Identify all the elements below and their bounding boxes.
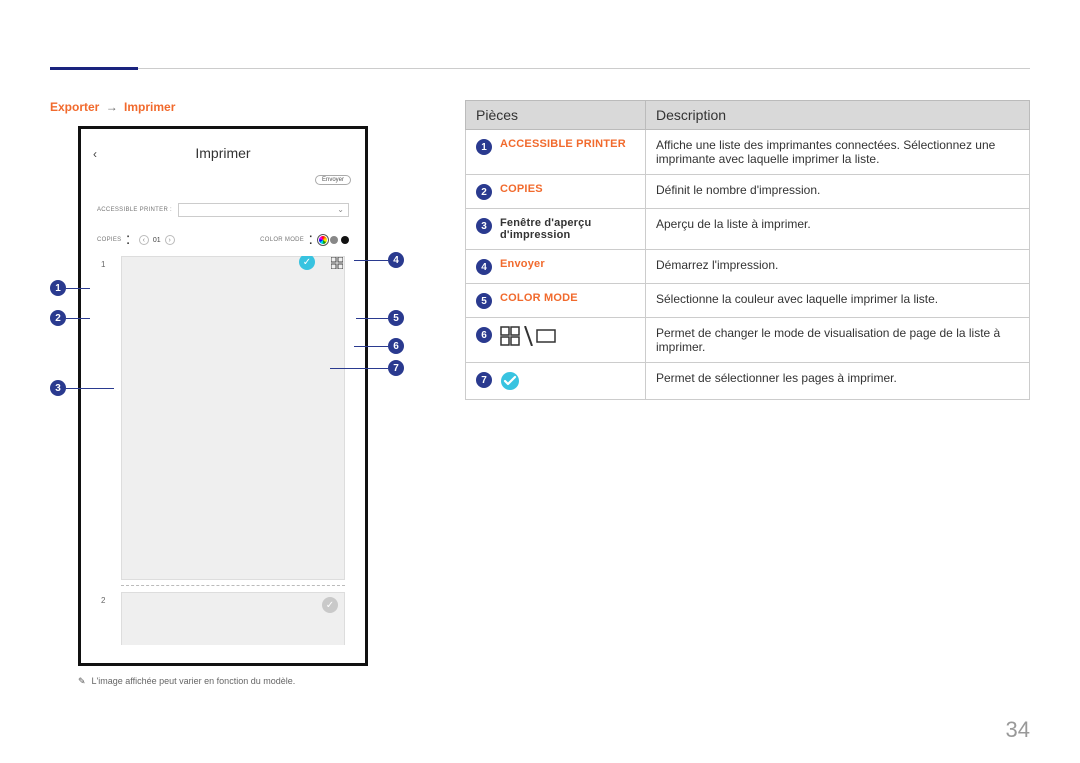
page-select-uncheck-icon[interactable]: ✓	[322, 597, 338, 613]
row-number: 1	[476, 139, 492, 155]
row-number: 4	[476, 259, 492, 275]
color-mode-gray[interactable]	[330, 236, 338, 244]
device-screen: ‹ Imprimer Envoyer ACCESSIBLE PRINTER : …	[91, 141, 355, 651]
preview-page-1-row: 1 ✓	[97, 256, 349, 586]
footnote: ✎ L'image affichée peut varier en fonctio…	[78, 676, 455, 687]
left-column: Exporter → Imprimer 1 2 3 4 5 6 7 ‹ Impr…	[50, 100, 455, 687]
table-row: 5 COLOR MODE Sélectionne la couleur avec …	[466, 284, 1030, 318]
leader-line	[66, 388, 114, 389]
row-number: 6	[476, 327, 492, 343]
leader-line	[354, 260, 388, 261]
copies-value: 01	[153, 237, 161, 244]
page-divider	[121, 585, 345, 586]
parts-table-body: 1 ACCESSIBLE PRINTER Affiche une liste de…	[466, 130, 1030, 400]
row-number: 7	[476, 372, 492, 388]
callout-bullet-4: 4	[388, 252, 404, 268]
part-name: ACCESSIBLE PRINTER	[500, 138, 626, 150]
send-button[interactable]: Envoyer	[315, 175, 351, 185]
col-header-description: Description	[646, 101, 1030, 130]
top-rule	[50, 68, 1030, 69]
page-content: Exporter → Imprimer 1 2 3 4 5 6 7 ‹ Impr…	[50, 100, 1030, 687]
breadcrumb-imprimer: Imprimer	[124, 100, 175, 114]
leader-line	[330, 368, 388, 369]
printer-select[interactable]: ⌄	[178, 203, 349, 217]
part-name: COLOR MODE	[500, 292, 578, 304]
part-description: Affiche une liste des imprimantes connec…	[646, 130, 1030, 175]
right-column: Pièces Description 1 ACCESSIBLE PRINTER A…	[465, 100, 1030, 687]
copies-increment[interactable]: ›	[165, 235, 175, 245]
screen-title: Imprimer	[91, 141, 355, 161]
page-number-1: 1	[101, 260, 105, 269]
view-toggle-icon[interactable]	[331, 257, 343, 269]
arrow-right-icon: →	[106, 100, 118, 114]
options-row: COPIES : ‹ 01 › COLOR MODE :	[97, 231, 349, 249]
page-number: 34	[1006, 717, 1030, 743]
table-row: 1 ACCESSIBLE PRINTER Affiche une liste de…	[466, 130, 1030, 175]
leader-line	[66, 318, 90, 319]
table-row: 4 Envoyer Démarrez l'impression.	[466, 250, 1030, 284]
table-row: 6 Permet de changer le mode de v	[466, 318, 1030, 363]
part-description: Sélectionne la couleur avec laquelle imp…	[646, 284, 1030, 318]
footnote-text: L'image affichée peut varier en fonction…	[92, 676, 296, 686]
leader-line	[66, 288, 90, 289]
table-row: 3 Fenêtre d'aperçu d'impression Aperçu de…	[466, 209, 1030, 250]
part-description: Permet de sélectionner les pages à impri…	[646, 363, 1030, 400]
table-row: 2 COPIES Définit le nombre d'impression.	[466, 175, 1030, 209]
row-number: 5	[476, 293, 492, 309]
callout-bullet-6: 6	[388, 338, 404, 354]
leader-line	[356, 318, 388, 319]
preview-page-1[interactable]	[121, 256, 345, 580]
callout-bullet-2: 2	[50, 310, 66, 326]
top-accent-bar	[50, 67, 138, 70]
device-mockup: ‹ Imprimer Envoyer ACCESSIBLE PRINTER : …	[78, 126, 368, 666]
preview-page-2-row: 2 ✓	[97, 592, 349, 645]
page-number-2: 2	[101, 596, 105, 605]
screen-title-row: ‹ Imprimer	[91, 141, 355, 171]
col-header-pieces: Pièces	[466, 101, 646, 130]
part-name: COPIES	[500, 183, 543, 195]
printer-row: ACCESSIBLE PRINTER : ⌄	[97, 201, 349, 219]
color-mode-options	[319, 236, 349, 244]
view-toggle-icon	[500, 326, 556, 346]
part-description: Démarrez l'impression.	[646, 250, 1030, 284]
chevron-down-icon: ⌄	[337, 205, 344, 214]
color-mode-label: COLOR MODE	[260, 237, 304, 243]
check-circle-icon	[500, 371, 520, 391]
parts-table: Pièces Description 1 ACCESSIBLE PRINTER A…	[465, 100, 1030, 400]
color-mode-color[interactable]	[319, 236, 327, 244]
callout-bullet-1: 1	[50, 280, 66, 296]
note-icon: ✎	[78, 676, 86, 686]
breadcrumb-exporter: Exporter	[50, 100, 99, 114]
copies-decrement[interactable]: ‹	[139, 235, 149, 245]
callout-bullet-3: 3	[50, 380, 66, 396]
preview-page-2[interactable]: ✓	[121, 592, 345, 645]
part-description: Permet de changer le mode de visualisati…	[646, 318, 1030, 363]
breadcrumb: Exporter → Imprimer	[50, 100, 455, 114]
row-number: 3	[476, 218, 492, 234]
callout-bullet-7: 7	[388, 360, 404, 376]
copies-label: COPIES	[97, 237, 121, 243]
print-preview-area: 1 ✓ 2 ✓	[97, 256, 349, 645]
chevron-left-icon[interactable]: ‹	[93, 147, 97, 161]
part-description: Définit le nombre d'impression.	[646, 175, 1030, 209]
callout-bullet-5: 5	[388, 310, 404, 326]
color-mode-black[interactable]	[341, 236, 349, 244]
part-name: Fenêtre d'aperçu d'impression	[500, 217, 635, 241]
row-number: 2	[476, 184, 492, 200]
table-row: 7 Permet de sélectionner les pages à imp…	[466, 363, 1030, 400]
printer-label: ACCESSIBLE PRINTER :	[97, 207, 172, 213]
part-description: Aperçu de la liste à imprimer.	[646, 209, 1030, 250]
part-name: Envoyer	[500, 258, 545, 270]
leader-line	[354, 346, 388, 347]
